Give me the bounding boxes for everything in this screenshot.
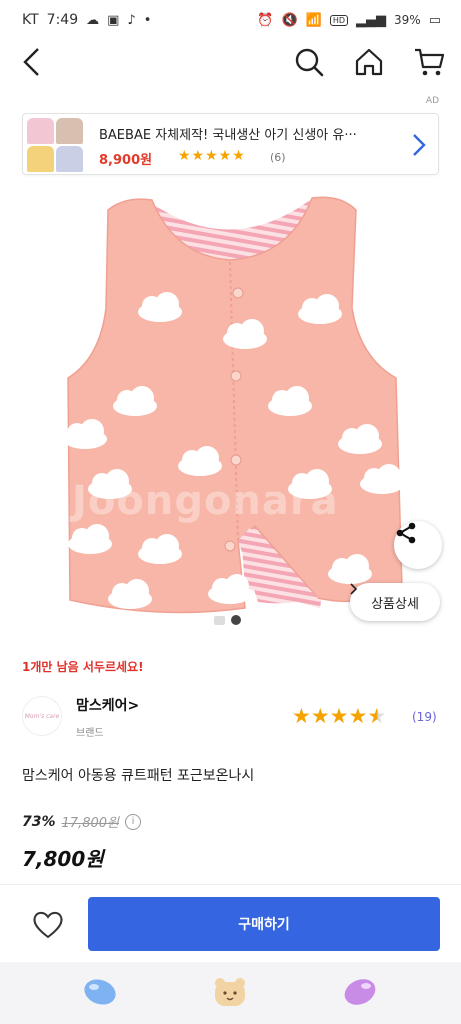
share-icon	[396, 522, 416, 544]
signal-icon: ▂▄▆	[356, 12, 387, 28]
brand-logo[interactable]: Mom's care	[22, 696, 62, 736]
blue-jellybean-icon[interactable]	[82, 976, 118, 1008]
carrier-label: KT	[22, 12, 39, 28]
rating-count[interactable]: (19)	[412, 710, 437, 724]
half-star-icon: ★	[367, 704, 387, 728]
heart-icon	[33, 911, 63, 939]
product-image-carousel[interactable]: Joongonara 상품상세	[0, 188, 461, 633]
more-dot-icon: •	[143, 12, 152, 28]
product-detail-button[interactable]: 상품상세	[350, 583, 440, 621]
price-row: 73% 17,800원 i	[22, 812, 141, 831]
cart-icon	[415, 48, 445, 76]
battery-icon: ▭	[428, 12, 441, 28]
ad-banner[interactable]: BAEBAE 자체제작! 국내생산 아기 신생아 유··· 8,900원 ★★★…	[22, 113, 439, 175]
product-detail-label: 상품상세	[371, 596, 419, 612]
search-button[interactable]	[291, 44, 327, 80]
status-bar: KT 7:49 ☁ ▣ ♪ • ⏰ 🔇 📶 HD ▂▄▆ 39% ▭	[0, 0, 461, 40]
image-watermark: Joongonara	[72, 478, 339, 524]
gallery-icon: ▣	[107, 12, 120, 28]
ad-thumbnail	[27, 118, 83, 172]
star-icon: ★	[329, 704, 349, 728]
home-icon	[355, 48, 383, 76]
app-bar	[0, 40, 461, 86]
original-price: 17,800원	[61, 816, 119, 831]
brand-row: Mom's care 맘스케어> 브랜드 ★★★★★ (19)	[22, 692, 439, 742]
purple-jellybean-icon[interactable]	[342, 976, 378, 1008]
brand-type-label: 브랜드	[76, 728, 104, 739]
bottom-action-bar: 구매하기	[0, 884, 461, 962]
ad-title: BAEBAE 자체제작! 국내생산 아기 신생아 유···	[99, 128, 357, 143]
carousel-dot-active[interactable]	[231, 615, 241, 625]
ad-rating-stars: ★★★★★	[178, 148, 246, 164]
star-icon: ★	[348, 704, 368, 728]
mute-icon: 🔇	[281, 12, 298, 28]
wifi-icon: 📶	[305, 12, 322, 28]
product-image-vest	[63, 196, 404, 614]
ad-review-count: (6)	[270, 151, 286, 164]
info-icon[interactable]: i	[124, 813, 141, 830]
sale-price: 7,800원	[22, 847, 104, 871]
chevron-right-icon	[350, 583, 358, 595]
alarm-icon: ⏰	[257, 12, 274, 28]
battery-level: 39%	[394, 13, 421, 27]
ad-price: 8,900원	[99, 153, 153, 168]
message-icon: ☁	[86, 12, 100, 28]
cart-button[interactable]	[411, 44, 447, 80]
home-button[interactable]	[351, 44, 387, 80]
clock: 7:49	[46, 12, 79, 28]
buy-button[interactable]: 구매하기	[88, 897, 440, 951]
stock-warning: 1개만 남음 서두르세요!	[22, 660, 144, 674]
back-button[interactable]	[14, 44, 50, 80]
chevron-right-icon	[413, 134, 426, 156]
search-icon	[295, 48, 324, 77]
star-icon: ★	[310, 704, 330, 728]
wishlist-button[interactable]	[28, 905, 68, 945]
bear-icon[interactable]	[212, 976, 248, 1008]
rating-stars[interactable]: ★★★★★	[292, 704, 386, 728]
product-title: 맘스케어 아동용 큐트패턴 포근보온나시	[22, 768, 255, 784]
hd-icon: HD	[329, 14, 349, 26]
star-icon: ★	[292, 704, 311, 728]
carousel-dot[interactable]	[214, 615, 225, 625]
brand-link[interactable]: 맘스케어>	[76, 695, 139, 715]
carousel-indicator	[214, 615, 241, 625]
share-button[interactable]	[394, 521, 442, 569]
back-arrow-icon	[23, 48, 39, 76]
discount-rate: 73%	[22, 813, 56, 830]
brand-logo-text: Mom's care	[24, 712, 60, 720]
system-nav-bar	[0, 962, 461, 1024]
ad-label: AD	[425, 96, 439, 106]
tiktok-icon: ♪	[127, 12, 136, 28]
